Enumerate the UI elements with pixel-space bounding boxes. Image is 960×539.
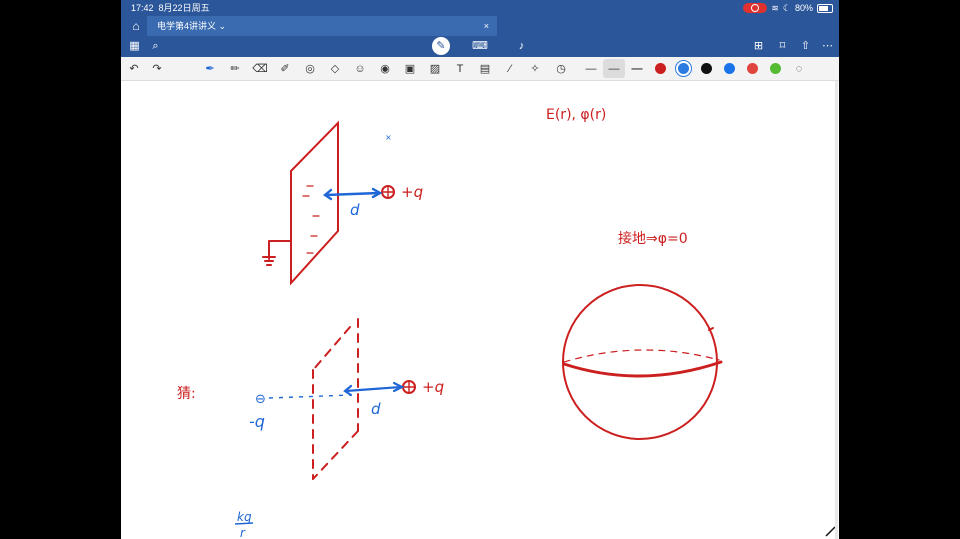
keyboard-icon[interactable]: ⌨ bbox=[472, 39, 488, 54]
charge-circle-1 bbox=[381, 185, 395, 199]
plus-q-label-1: +q bbox=[401, 183, 423, 201]
eraser-icon[interactable]: ⌫ bbox=[252, 61, 268, 77]
grounded-plate-drawing bbox=[262, 120, 339, 286]
home-icon[interactable]: ⌂ bbox=[129, 19, 143, 33]
scrollbar[interactable] bbox=[835, 81, 838, 539]
tab-bar: ⌂ 电学第4讲讲义 ⌄ × bbox=[121, 16, 839, 36]
new-page-icon[interactable]: ⊞ bbox=[751, 39, 766, 54]
text-recognition-icon[interactable]: ☺ bbox=[352, 61, 368, 77]
redo-icon[interactable]: ↷ bbox=[149, 61, 165, 77]
more-icon[interactable]: ⋯ bbox=[820, 39, 835, 54]
pen-icon[interactable]: ✒ bbox=[202, 61, 218, 77]
sticker-icon[interactable]: ▣ bbox=[402, 61, 418, 77]
camera-icon[interactable]: ▤ bbox=[477, 61, 493, 77]
minus-charge-symbol: ⊖ bbox=[255, 392, 266, 407]
document-tab[interactable]: 电学第4讲讲义 ⌄ × bbox=[147, 16, 497, 36]
wifi-icon: ≋ bbox=[771, 3, 779, 13]
color-swatch-red[interactable] bbox=[655, 63, 666, 74]
chevron-down-icon[interactable]: ⌄ bbox=[219, 21, 227, 31]
battery-percent: 80% bbox=[794, 3, 813, 13]
ink-layer: × +q d ⊖ -q +q d 猜: kq r E(r), φ(r) 接地⇒φ… bbox=[177, 107, 836, 539]
medium-stroke-option[interactable]: — bbox=[606, 61, 622, 77]
grid-icon[interactable]: ▦ bbox=[127, 39, 142, 54]
color-swatch-green[interactable] bbox=[770, 63, 781, 74]
thin-stroke-option[interactable]: — bbox=[583, 61, 599, 77]
lasso-icon[interactable]: ◎ bbox=[302, 61, 318, 77]
minus-q-label: -q bbox=[249, 412, 265, 431]
battery-icon bbox=[817, 3, 833, 13]
charge-circle-2 bbox=[402, 380, 416, 394]
search-icon[interactable]: ⌕ bbox=[148, 39, 163, 54]
draw-mode-icon[interactable]: ✎ bbox=[432, 37, 450, 55]
microphone-icon[interactable]: ♪ bbox=[514, 39, 529, 54]
note-canvas[interactable]: × +q d ⊖ -q +q d 猜: kq r E(r), φ(r) 接地⇒φ… bbox=[121, 81, 839, 539]
ruler-icon[interactable]: ◉ bbox=[377, 61, 393, 77]
d-label-1: d bbox=[350, 201, 360, 219]
pencil-icon[interactable]: ✏ bbox=[227, 61, 243, 77]
color-swatch-coral[interactable] bbox=[747, 63, 758, 74]
clock-icon[interactable]: ◷ bbox=[553, 61, 569, 77]
image-icon[interactable]: ▨ bbox=[427, 61, 443, 77]
kq-over-r-fraction: kq r bbox=[234, 510, 254, 539]
plus-q-label-2: +q bbox=[422, 378, 444, 396]
color-swatch-blue[interactable] bbox=[724, 63, 735, 74]
cursor-mark: × bbox=[385, 133, 392, 142]
image-plate-drawing bbox=[312, 318, 359, 480]
bookmark-icon[interactable]: ⌑ bbox=[775, 39, 790, 54]
e-field-label: E(r), φ(r) bbox=[546, 107, 606, 123]
document-title: 电学第4讲讲义 bbox=[157, 21, 217, 31]
guess-label: 猜: bbox=[177, 386, 196, 402]
grounded-label: 接地⇒φ=0 bbox=[618, 230, 688, 247]
share-icon[interactable]: ⇧ bbox=[798, 39, 813, 54]
corner-ink-stroke bbox=[825, 526, 836, 537]
color-swatch-black[interactable] bbox=[701, 63, 712, 74]
distance-arrow-1 bbox=[322, 187, 383, 201]
screen-record-icon[interactable] bbox=[743, 3, 768, 13]
color-swatch-blue-selected[interactable] bbox=[678, 63, 689, 74]
drawing-toolbar: ↶ ↷ ✒ ✏ ⌫ ✐ ◎ ◇ ☺ ◉ ▣ ▨ T ▤ ⁄ ✧ ◷ — — — … bbox=[121, 57, 839, 81]
status-bar: 17:42 8月22日周五 ≋ ☾ 80% bbox=[121, 0, 839, 16]
shapes-icon[interactable]: ◇ bbox=[327, 61, 343, 77]
app-window: 17:42 8月22日周五 ≋ ☾ 80% ⌂ 电学第4讲讲义 ⌄ × ▦ ⌕ … bbox=[121, 0, 839, 539]
kq-numerator: kq bbox=[237, 510, 252, 524]
image-dashed-line bbox=[268, 394, 352, 399]
stroke-eraser-icon[interactable]: ✧ bbox=[527, 61, 543, 77]
color-picker-icon[interactable]: ◌ bbox=[791, 61, 807, 77]
thick-stroke-option[interactable]: — bbox=[629, 61, 645, 77]
undo-icon[interactable]: ↶ bbox=[126, 61, 142, 77]
laser-icon[interactable]: ⁄ bbox=[502, 61, 518, 77]
ribbon-toolbar: ▦ ⌕ ✎ ⌨ ♪ ⊞ ⌑ ⇧ ⋯ bbox=[121, 36, 839, 57]
moon-icon: ☾ bbox=[782, 3, 791, 13]
sphere-drawing bbox=[562, 284, 723, 440]
d-label-2: d bbox=[371, 400, 381, 418]
kq-denominator: r bbox=[240, 526, 246, 539]
highlighter-icon[interactable]: ✐ bbox=[277, 61, 293, 77]
status-time: 17:42 8月22日周五 bbox=[131, 3, 210, 13]
close-tab-icon[interactable]: × bbox=[484, 16, 489, 36]
textbox-icon[interactable]: T bbox=[452, 61, 468, 77]
distance-arrow-2 bbox=[343, 381, 405, 397]
